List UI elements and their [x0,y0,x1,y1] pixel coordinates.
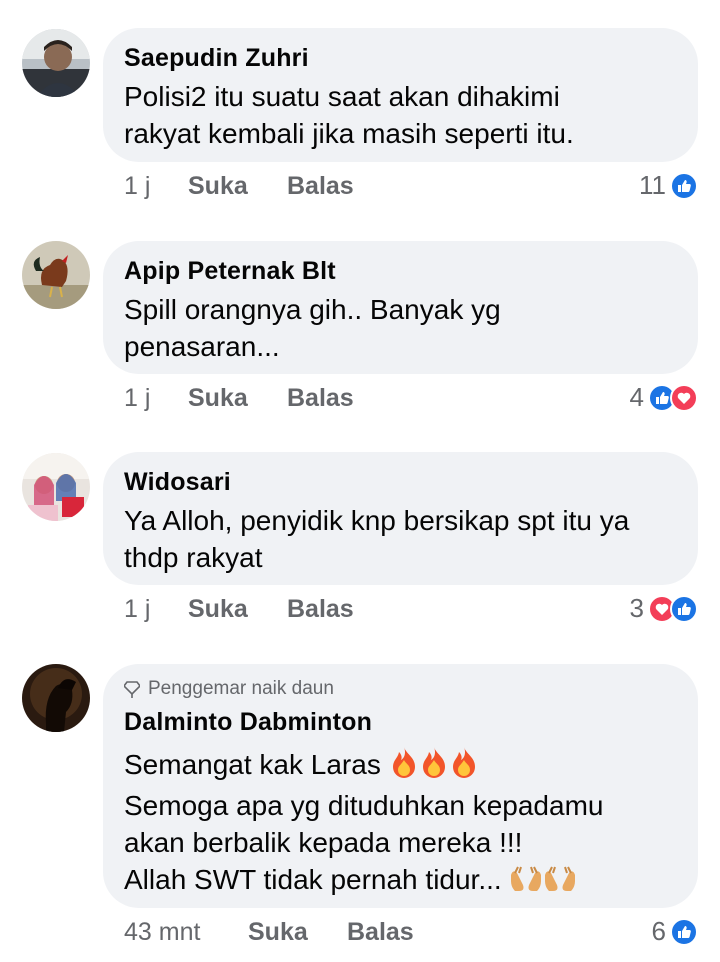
timestamp[interactable]: 1 j [124,172,150,201]
comment-actions: 43 mnt Suka Balas 6 [124,916,698,954]
reaction-count: 6 [651,916,666,946]
comment-text: Spill orangnya gih.. Banyak yg penasaran… [124,291,678,365]
author-name[interactable]: Dalminto Dabminton [124,706,678,738]
like-button[interactable]: Suka [188,595,248,624]
reactions-summary[interactable]: 11 [639,170,698,201]
comment-line: Ya Alloh, penyidik knp bersikap spt itu … [124,505,630,536]
avatar[interactable] [22,664,90,732]
comment-line: thdp rakyat [124,542,263,573]
open-hands-icon [543,865,577,902]
like-button[interactable]: Suka [188,384,248,413]
reaction-count: 11 [639,170,666,200]
comment-line: Semoga apa yg dituduhkan kepadamu [124,790,604,821]
comment-line: penasaran... [124,331,280,362]
comment-line: akan berbalik kepada mereka !!! [124,827,523,858]
comment-actions: 1 j Suka Balas 3 [124,593,698,631]
comment-actions: 1 j Suka Balas 4 [124,382,698,420]
like-button[interactable]: Suka [188,172,248,201]
fire-icon [419,746,449,787]
reactions-summary[interactable]: 4 [630,382,698,413]
avatar[interactable] [22,29,90,97]
like-button[interactable]: Suka [248,918,308,947]
reply-button[interactable]: Balas [347,918,414,947]
comment-line: Semangat kak Laras [124,746,678,787]
open-hands-icon [509,865,543,902]
author-name[interactable]: Widosari [124,466,678,498]
comment-bubble: Apip Peternak Blt Spill orangnya gih.. B… [103,241,698,374]
avatar[interactable] [22,241,90,309]
reaction-count: 3 [629,593,644,623]
comment-text: Semangat kak Laras Semoga apa yg dituduh… [124,746,678,902]
timestamp[interactable]: 1 j [124,595,150,624]
author-name[interactable]: Saepudin Zuhri [124,42,678,74]
reactions-summary[interactable]: 3 [630,593,698,624]
comment-text: Polisi2 itu suatu saat akan dihakimi rak… [124,78,678,152]
reply-button[interactable]: Balas [287,384,354,413]
comment-line: Allah SWT tidak pernah tidur... [124,861,678,902]
reactions-summary[interactable]: 6 [652,916,698,947]
comment-bubble: Penggemar naik daun Dalminto Dabminton S… [103,664,698,908]
like-icon [670,171,698,200]
comment-line-text: Allah SWT tidak pernah tidur... [124,864,502,895]
like-icon [670,917,698,946]
comment-bubble: Widosari Ya Alloh, penyidik knp bersikap… [103,452,698,585]
author-name[interactable]: Apip Peternak Blt [124,255,678,287]
reaction-count: 4 [629,382,644,412]
diamond-icon [124,681,140,698]
avatar[interactable] [22,453,90,521]
fire-icon [389,746,419,787]
reply-button[interactable]: Balas [287,172,354,201]
reply-button[interactable]: Balas [287,595,354,624]
love-icon [670,383,698,412]
comment-line: Polisi2 itu suatu saat akan dihakimi [124,81,560,112]
comment-line: rakyat kembali jika masih seperti itu. [124,118,574,149]
timestamp[interactable]: 1 j [124,384,150,413]
fire-icon [449,746,479,787]
fan-badge[interactable]: Penggemar naik daun [124,678,678,700]
like-icon [670,594,698,623]
badge-label: Penggemar naik daun [148,678,334,699]
comment-actions: 1 j Suka Balas 11 [124,170,698,208]
comment-line: Spill orangnya gih.. Banyak yg [124,294,501,325]
comment-bubble: Saepudin Zuhri Polisi2 itu suatu saat ak… [103,28,698,162]
comment-line-text: Semangat kak Laras [124,749,381,780]
comment-text: Ya Alloh, penyidik knp bersikap spt itu … [124,502,678,576]
timestamp[interactable]: 43 mnt [124,918,200,947]
